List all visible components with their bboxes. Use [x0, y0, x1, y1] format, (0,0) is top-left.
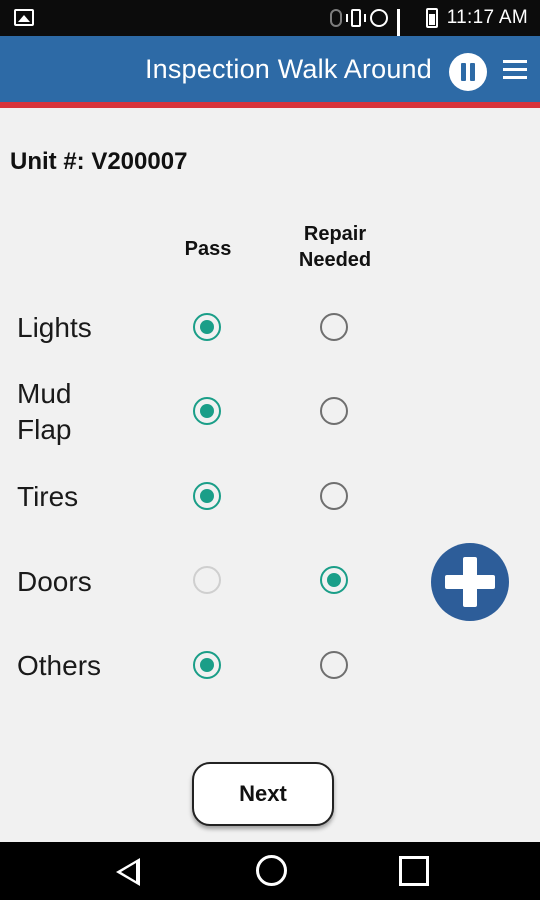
status-time: 11:17 AM — [446, 7, 528, 28]
radio-doors-repair[interactable] — [320, 566, 348, 594]
pause-icon[interactable] — [449, 53, 487, 91]
item-label-mud-flap-line2: Flap — [17, 414, 72, 445]
radio-others-pass[interactable] — [193, 651, 221, 679]
signal-icon — [396, 9, 417, 53]
status-icons: 11:17 AM — [329, 0, 528, 53]
column-header-repair-needed: Repair Needed — [280, 221, 390, 273]
vibrate-icon — [345, 9, 366, 27]
radio-tires-repair[interactable] — [320, 482, 348, 510]
radio-lights-repair[interactable] — [320, 313, 348, 341]
radio-lights-pass[interactable] — [193, 313, 221, 341]
radio-doors-pass[interactable] — [193, 566, 221, 594]
page-title: Inspection Walk Around — [144, 54, 432, 84]
column-header-repair-line1: Repair — [303, 223, 367, 245]
item-label-mud-flap: Mud Flap — [17, 376, 71, 448]
radio-others-repair[interactable] — [320, 651, 348, 679]
column-header-repair-line2: Needed — [298, 249, 372, 271]
column-header-pass: Pass — [184, 238, 232, 260]
battery-icon — [425, 8, 438, 28]
status-bar: 11:17 AM — [0, 0, 540, 53]
recent-apps-icon[interactable] — [399, 856, 429, 886]
unit-number: Unit #: V200007 — [10, 148, 188, 175]
app-bar: Inspection Walk Around — [0, 36, 540, 108]
navigation-bar — [0, 842, 540, 900]
next-button[interactable]: Next — [192, 762, 334, 826]
item-label-mud-flap-line1: Mud — [17, 378, 72, 409]
back-icon[interactable] — [116, 858, 140, 886]
radio-tires-pass[interactable] — [193, 482, 221, 510]
item-label-lights: Lights — [17, 312, 92, 343]
radio-mud-flap-pass[interactable] — [193, 397, 221, 425]
radio-mud-flap-repair[interactable] — [320, 397, 348, 425]
home-icon[interactable] — [256, 855, 287, 886]
menu-icon[interactable] — [503, 60, 527, 82]
item-label-tires: Tires — [17, 481, 79, 512]
add-button[interactable] — [431, 543, 509, 621]
alarm-icon — [369, 9, 388, 27]
bluetooth-icon — [329, 9, 342, 27]
item-label-others: Others — [17, 650, 102, 681]
gallery-icon — [14, 9, 34, 26]
item-label-doors: Doors — [17, 566, 92, 597]
